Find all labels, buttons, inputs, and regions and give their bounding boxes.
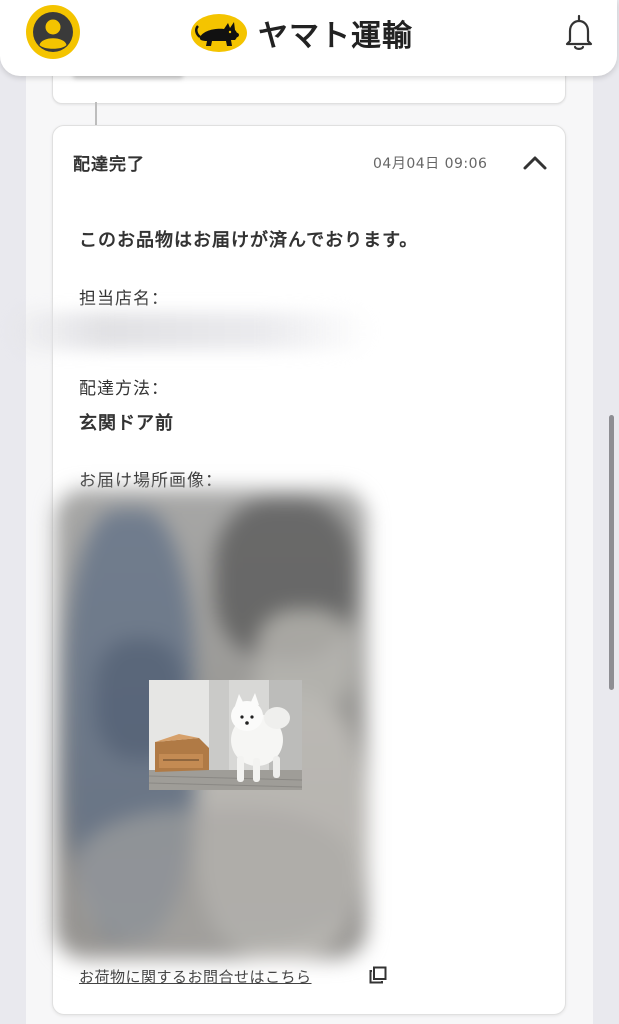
collapse-button[interactable]: [519, 148, 551, 176]
avatar-button[interactable]: [26, 5, 80, 59]
chevron-up-icon: [523, 156, 547, 170]
method-value: 玄関ドア前: [79, 413, 174, 434]
brand-name: ヤマト運輸: [258, 19, 413, 54]
status-title: 配達完了: [73, 155, 145, 175]
inquiry-link[interactable]: お荷物に関するお問合せはこちら: [79, 966, 312, 987]
method-label: 配達方法：: [79, 379, 169, 399]
app-header: ヤマト運輸: [0, 0, 617, 76]
bell-icon[interactable]: [562, 14, 596, 52]
scrollbar[interactable]: [609, 415, 614, 690]
store-label: 担当店名：: [79, 289, 169, 309]
external-link-icon[interactable]: [369, 966, 387, 984]
delivery-photo-detail: [149, 680, 302, 790]
brand-logo: ヤマト運輸: [190, 12, 413, 54]
black-cat-logo-icon: [191, 14, 247, 52]
delivery-status-card: 配達完了 04月04日 09:06 このお品物はお届けが済んでおります。 担当店…: [13, 125, 566, 1015]
delivery-message: このお品物はお届けが済んでおります。: [79, 230, 419, 251]
timeline-connector: [95, 102, 97, 126]
user-avatar-icon: [33, 12, 73, 52]
status-timestamp: 04月04日 09:06: [373, 156, 488, 172]
store-name-redacted: [13, 312, 373, 350]
photo-label: お届け場所画像：: [79, 471, 223, 491]
scroll-area[interactable]: 配達完了 04月04日 09:06 このお品物はお届けが済んでおります。 担当店…: [0, 0, 619, 1024]
